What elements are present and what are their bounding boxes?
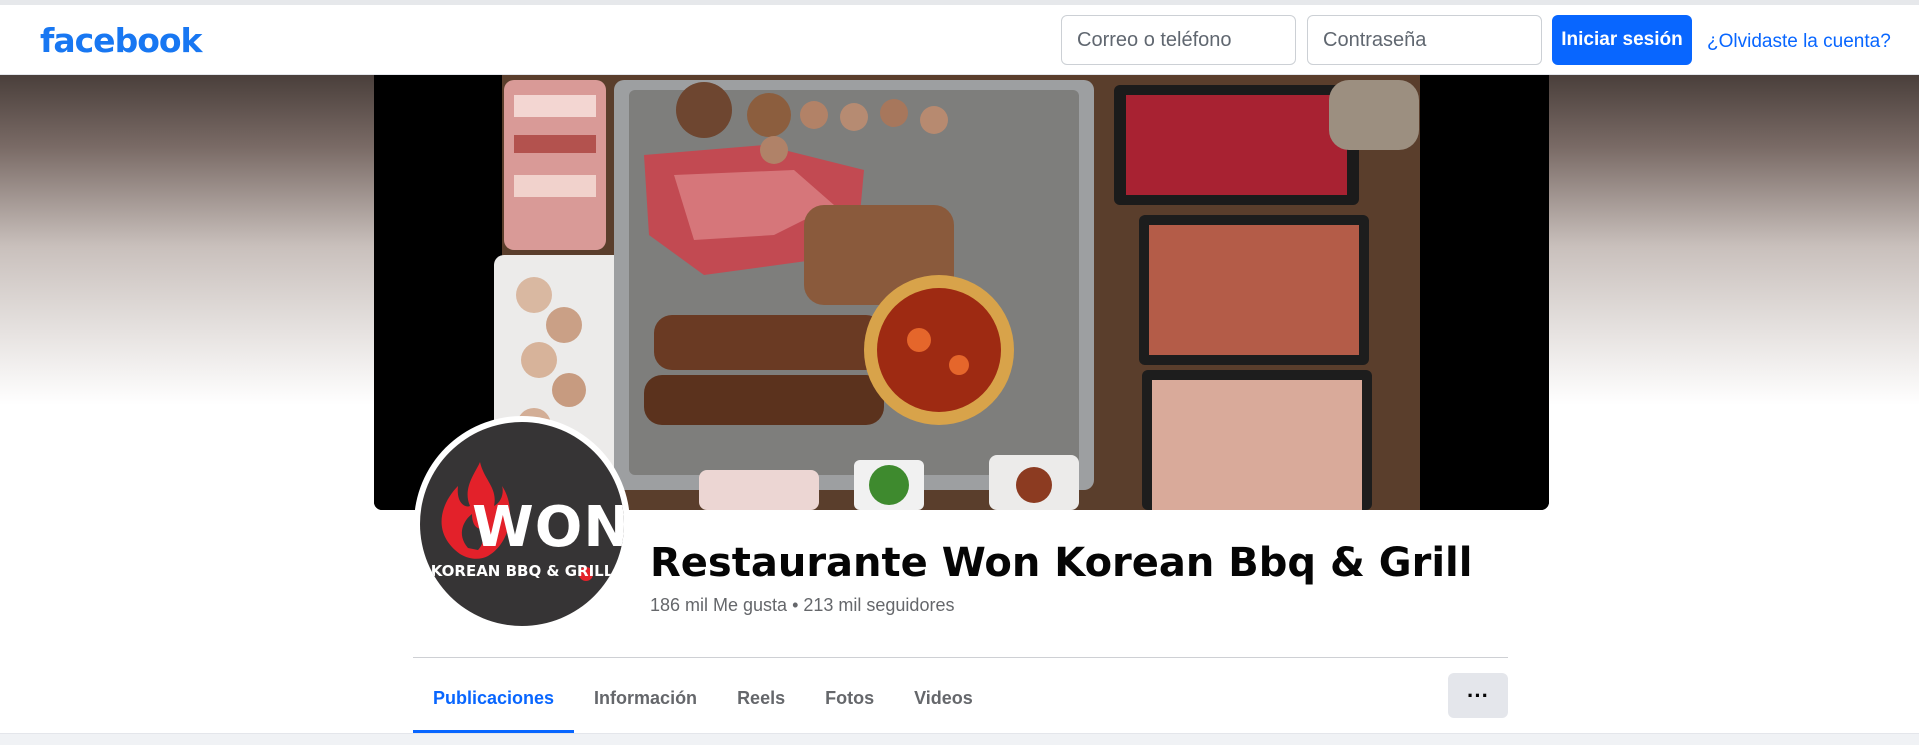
more-options-button[interactable]: ··· (1448, 673, 1508, 718)
page-stats: 186 mil Me gusta • 213 mil seguidores (650, 595, 955, 615)
page-title: Restaurante Won Korean Bbq & Grill (650, 540, 1473, 586)
password-field[interactable] (1307, 15, 1542, 65)
section-divider (413, 657, 1508, 658)
more-horizontal-icon: ··· (1467, 682, 1489, 708)
tab-fotos[interactable]: Fotos (805, 663, 894, 733)
tab-informacion[interactable]: Información (574, 663, 717, 733)
feed-background-strip (0, 733, 1919, 745)
avatar-logo: WON KOREAN BBQ & GRILL (420, 422, 624, 626)
tab-reels[interactable]: Reels (717, 663, 805, 733)
avatar-brand-word: WON (472, 495, 624, 560)
profile-avatar[interactable]: WON KOREAN BBQ & GRILL (414, 416, 630, 632)
login-button[interactable]: Iniciar sesión (1552, 15, 1692, 65)
email-field[interactable] (1061, 15, 1296, 65)
profile-tabs: Publicaciones Información Reels Fotos Vi… (413, 663, 993, 733)
tab-publicaciones[interactable]: Publicaciones (413, 663, 575, 733)
tab-videos[interactable]: Videos (894, 663, 993, 733)
facebook-logo[interactable]: facebook (40, 21, 202, 60)
avatar-tagline: KOREAN BBQ & GRILL (430, 562, 614, 580)
top-navbar: facebook Iniciar sesión ¿Olvidaste la cu… (0, 5, 1919, 75)
forgot-account-link[interactable]: ¿Olvidaste la cuenta? (1707, 31, 1891, 53)
